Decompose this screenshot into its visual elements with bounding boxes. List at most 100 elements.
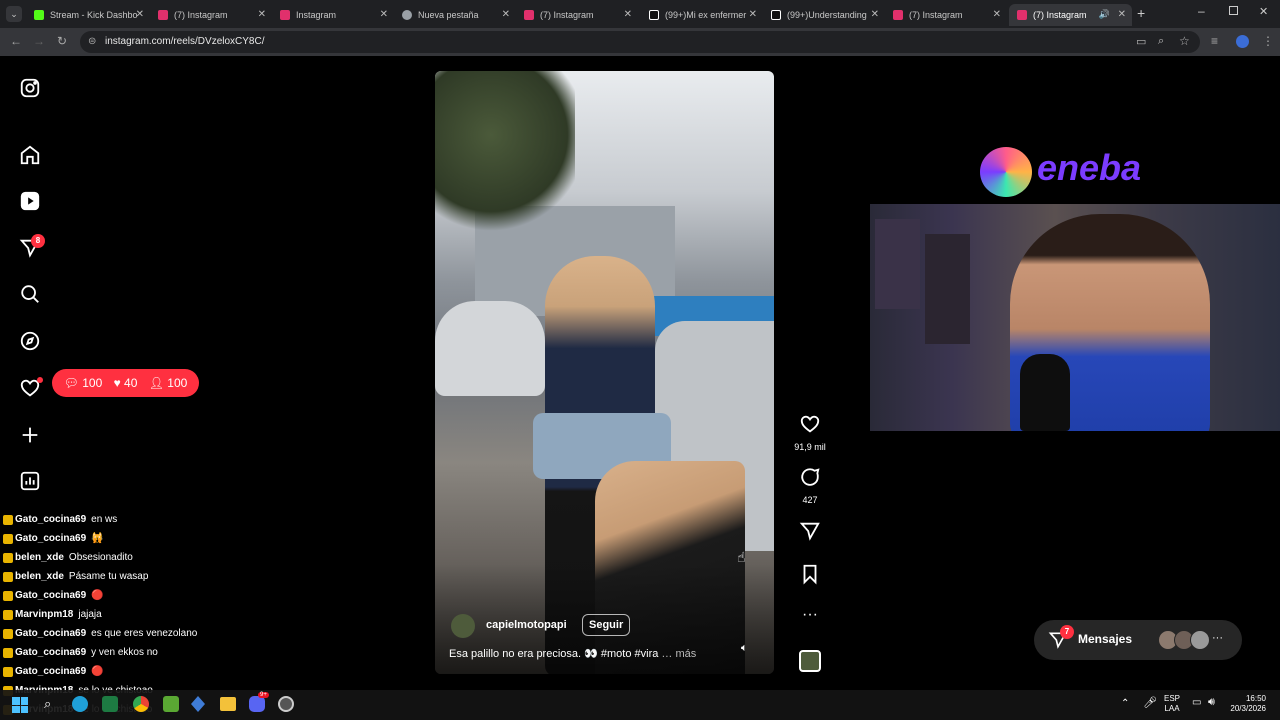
reels-icon[interactable] [19,190,41,212]
chat-username[interactable]: Marvinpm18 [15,609,73,620]
tab-audio-icon[interactable]: 🔊 [1099,9,1110,20]
discord-badge: 9+ [258,692,269,698]
tab-new-tab[interactable]: Nueva pestaña ✕ [394,4,516,26]
close-window-button[interactable]: ✕ [1259,5,1268,18]
file-explorer-icon[interactable] [220,697,236,711]
chat-message: Gato_cocina69 🔴 [3,666,104,677]
app-icon[interactable] [191,696,205,712]
explore-icon[interactable] [19,330,41,352]
bookmark-star-icon[interactable]: ☆ [1179,34,1190,48]
instagram-logo-icon[interactable] [19,77,41,99]
chat-username[interactable]: Gato_cocina69 [15,628,86,639]
search-taskbar-icon[interactable]: ⌕ [44,696,51,712]
clock[interactable]: 16:50 20/3/2026 [1226,694,1266,714]
close-tab-icon[interactable]: ✕ [624,9,632,20]
chat-text: Pásame tu wasap [68,571,149,582]
cast-icon[interactable]: ▭ [1136,35,1146,48]
tab-instagram-3[interactable]: (7) Instagram ✕ [516,4,638,26]
network-icon[interactable]: ▭ [1192,697,1201,708]
media-control-icon[interactable]: ≡ [1211,34,1218,48]
mouse-cursor: ☝︎ [737,549,746,565]
follow-button[interactable]: Seguir [582,614,631,636]
tab-instagram-2[interactable]: Instagram ✕ [272,4,394,26]
instagram-icon [893,10,903,20]
close-tab-icon[interactable]: ✕ [258,9,266,20]
reel-caption: Esa palillo no era preciosa. 👀 #moto #vi… [449,648,697,660]
tray-chevron-icon[interactable]: ⌃ [1121,698,1129,709]
microphone-icon[interactable]: 🎤︎ [1143,696,1157,709]
close-tab-icon[interactable]: ✕ [136,9,144,20]
author-avatar[interactable] [451,614,475,638]
chrome-icon [402,10,412,20]
minimize-button[interactable]: – [1198,4,1205,18]
save-button[interactable] [790,563,830,590]
more-options-button[interactable]: ··· [790,606,830,624]
reel-video[interactable]: capielmotopapi Seguir Esa palillo no era… [435,71,774,674]
tiktok-icon [649,10,659,20]
tiktok-icon [771,10,781,20]
chat-username[interactable]: Gato_cocina69 [15,514,86,525]
address-bar: ← → ↻ ⊜ instagram.com/reels/DVzeloxCY8C/… [0,28,1280,56]
excel-icon[interactable] [102,696,118,712]
chat-username[interactable]: Gato_cocina69 [15,666,86,677]
chat-username[interactable]: Gato_cocina69 [15,533,86,544]
tab-tiktok-2[interactable]: (99+)Understanding ✕ [763,4,885,26]
messages-pill[interactable]: 7 Mensajes ··· [1034,620,1242,660]
profile-avatar[interactable] [1236,35,1249,48]
zoom-icon[interactable]: ⌕ [1158,35,1164,48]
live-stats-pill: 💬︎ 100 ♥ 40 👤︎ 100 [52,369,199,397]
close-tab-icon[interactable]: ✕ [749,9,757,20]
home-icon[interactable] [19,144,41,166]
app-icon[interactable] [278,696,294,712]
chat-badge-icon [3,514,13,525]
new-tab-button[interactable]: + [1137,5,1145,21]
site-info-icon[interactable]: ⊜ [88,36,96,47]
audio-thumbnail[interactable] [799,650,821,672]
share-button[interactable] [790,520,830,547]
url-field[interactable]: ⊜ instagram.com/reels/DVzeloxCY8C/ ▭ ⌕ ☆ [80,31,1200,53]
maximize-button[interactable] [1229,6,1238,15]
windows-start-icon[interactable] [12,697,28,713]
language-indicator[interactable]: ESP LAA [1164,694,1180,714]
chat-badge-icon [3,609,13,620]
dashboard-icon[interactable] [19,470,41,492]
discord-icon[interactable] [249,696,265,712]
chat-username[interactable]: belen_xde [15,571,64,582]
tree-shape [435,71,575,231]
create-icon[interactable] [19,424,41,446]
close-tab-icon[interactable]: ✕ [871,9,879,20]
close-tab-icon[interactable]: ✕ [1118,9,1126,20]
chat-username[interactable]: Gato_cocina69 [15,647,86,658]
tab-kick[interactable]: Stream - Kick Dashbo ✕ [26,4,150,26]
close-tab-icon[interactable]: ✕ [380,9,388,20]
reload-icon[interactable]: ↻ [57,34,67,48]
chrome-taskbar-icon[interactable] [133,696,149,712]
tab-instagram-4[interactable]: (7) Instagram ✕ [885,4,1007,26]
more-contacts-icon: ··· [1212,632,1223,644]
messages-badge: 7 [1060,625,1074,639]
tab-tiktok-1[interactable]: (99+)Mi ex enfermer ✕ [641,4,763,26]
mute-icon[interactable]: 🔈︎ [741,642,748,655]
like-button[interactable]: 91,9 mil [790,413,830,452]
comment-button[interactable]: 427 [790,466,830,505]
app-icon[interactable] [163,696,179,712]
close-tab-icon[interactable]: ✕ [502,9,510,20]
edge-icon[interactable] [72,696,88,712]
more-link[interactable]: … más [661,648,696,660]
menu-icon[interactable]: ⋮ [1262,34,1274,48]
tab-search-icon[interactable]: ⌄ [6,6,22,22]
volume-icon[interactable]: 🔊︎ [1208,696,1215,709]
chat-badge-icon [3,533,13,544]
chat-username[interactable]: belen_xde [15,552,64,563]
author-username[interactable]: capielmotopapi [486,619,567,631]
tab-instagram-active[interactable]: (7) Instagram 🔊 ✕ [1009,4,1132,26]
search-icon[interactable] [19,283,41,305]
heart-icon [800,415,820,433]
close-tab-icon[interactable]: ✕ [993,9,1001,20]
chat-badge-icon [3,647,13,658]
tab-instagram-1[interactable]: (7) Instagram ✕ [150,4,272,26]
chat-username[interactable]: Gato_cocina69 [15,590,86,601]
back-icon[interactable]: ← [10,34,22,48]
forward-icon[interactable]: → [33,34,45,48]
comment-icon [801,468,820,486]
